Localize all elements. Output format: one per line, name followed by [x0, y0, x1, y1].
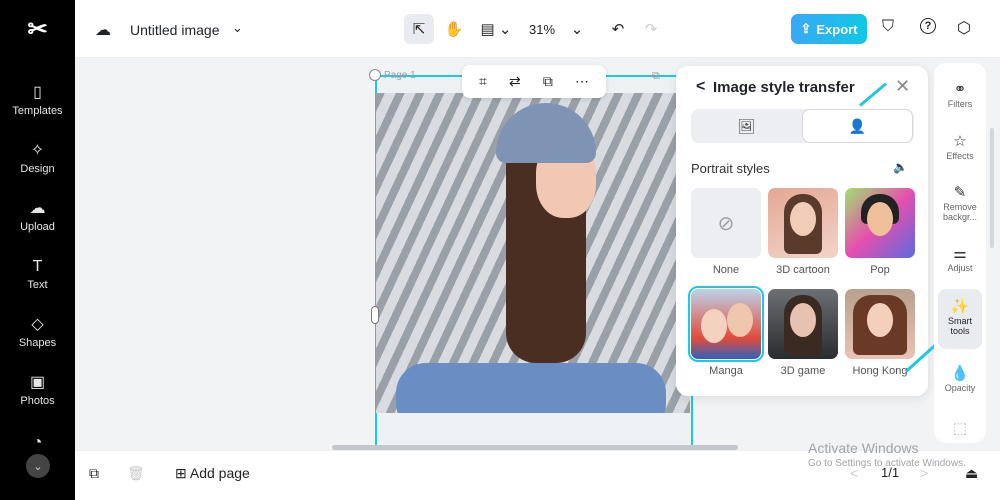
sound-icon[interactable]: 🔈: [893, 160, 908, 174]
section-title: Portrait styles: [691, 161, 770, 176]
style-manga[interactable]: Manga: [688, 286, 764, 377]
tool-smart-tools[interactable]: ✨ Smart tools: [938, 289, 982, 349]
tool-remove-background[interactable]: ✎ Remove backgr...: [938, 177, 982, 233]
style-thumbnail: [768, 289, 838, 359]
export-icon: ⇪: [800, 21, 812, 36]
sidebar-item-photos[interactable]: ▣ Photos: [0, 364, 75, 416]
zoom-dropdown-icon[interactable]: ⌄: [569, 14, 585, 44]
style-thumbnail: [845, 188, 915, 258]
help-icon[interactable]: ?: [920, 18, 936, 34]
delete-page-icon[interactable]: 🗑: [127, 465, 145, 482]
magic-wand-icon: ✨: [950, 298, 970, 315]
crop-icon[interactable]: ⌗: [479, 73, 487, 90]
close-icon[interactable]: ✕: [895, 76, 910, 97]
duplicate-page-button[interactable]: ⧉: [89, 465, 99, 482]
more-icon[interactable]: ⋯: [575, 73, 589, 90]
rotate-handle[interactable]: [369, 69, 381, 81]
shapes-icon: ◇: [31, 315, 44, 333]
adjust-icon: ⚌: [953, 245, 967, 262]
arrange-icon: ⬚: [952, 420, 968, 437]
duplicate-icon[interactable]: ⧉: [543, 73, 553, 90]
chevron-down-icon[interactable]: ⌄: [232, 20, 243, 36]
sidebar-item-text[interactable]: T Text: [0, 248, 75, 300]
style-transfer-panel: < Image style transfer ✕ 🖼 👤 Portrait st…: [676, 66, 928, 396]
tab-image-styles[interactable]: 🖼: [691, 109, 802, 143]
panel-title: Image style transfer: [713, 79, 855, 96]
photos-icon: ▣: [29, 373, 46, 391]
cloud-save-icon: ☁: [95, 22, 111, 39]
text-icon: T: [32, 257, 43, 275]
add-page-button[interactable]: ⊞ Add page: [175, 465, 250, 482]
back-icon[interactable]: <: [696, 78, 705, 96]
tool-adjust[interactable]: ⚌ Adjust: [938, 233, 982, 289]
sidebar-item-upload[interactable]: ☁ Upload: [0, 190, 75, 242]
page-label: Page 1: [384, 70, 416, 81]
sidebar-item-templates[interactable]: ▯ Templates: [0, 74, 75, 126]
zoom-level[interactable]: 31%: [527, 14, 557, 44]
templates-icon: ▯: [33, 83, 42, 101]
photo-subject: [396, 103, 666, 413]
document-title[interactable]: Untitled image: [130, 22, 220, 38]
undo-button[interactable]: ↶: [608, 14, 628, 44]
style-3d-cartoon[interactable]: 3D cartoon: [768, 188, 838, 276]
hand-tool-button[interactable]: ✋: [443, 14, 465, 44]
sticker-icon: ◔: [32, 433, 43, 451]
sidebar-item-design[interactable]: ✧ Design: [0, 132, 75, 184]
style-pop[interactable]: Pop: [845, 188, 915, 276]
page-manager-icon[interactable]: ⏏: [965, 465, 978, 482]
sidebar-more-button[interactable]: ⌄: [26, 454, 50, 478]
replace-icon[interactable]: ⇄: [509, 73, 521, 90]
settings-icon[interactable]: ⬡: [957, 18, 971, 38]
style-thumbnail: [845, 289, 915, 359]
top-toolbar: ☁ Untitled image ⌄ ⇱ ✋ ▤ ⌄ 31% ⌄ ↶ ↷ ⇪ Ex…: [75, 0, 1000, 58]
style-hong-kong[interactable]: Hong Kong: [845, 289, 915, 377]
remove-background-icon: ✎: [953, 184, 967, 201]
select-tool-button[interactable]: ⇱: [404, 14, 434, 44]
effects-icon: ☆: [953, 133, 967, 150]
opacity-icon: 💧: [950, 365, 970, 382]
filters-icon: ⚭: [953, 81, 967, 98]
resize-handle-left[interactable]: [371, 306, 379, 324]
windows-activation-watermark: Activate Windows Go to Settings to activ…: [808, 440, 966, 469]
duplicate-page-icon[interactable]: ⧉: [652, 70, 660, 83]
shield-icon[interactable]: ⛉: [882, 18, 894, 36]
upload-icon: ☁: [29, 199, 46, 217]
tool-filters[interactable]: ⚭ Filters: [938, 69, 982, 125]
tool-opacity[interactable]: 💧 Opacity: [938, 353, 982, 409]
selected-photo[interactable]: [376, 93, 690, 413]
design-icon: ✧: [30, 141, 45, 159]
redo-button[interactable]: ↷: [641, 14, 661, 44]
style-thumbnail: [768, 188, 838, 258]
tab-portrait-styles[interactable]: 👤: [802, 109, 913, 143]
capcut-logo[interactable]: ✂: [0, 0, 75, 58]
style-tab-group: 🖼 👤: [691, 109, 914, 143]
left-sidebar: ✂ ▯ Templates ✧ Design ☁ Upload T Text ◇ Shap…: [0, 0, 75, 500]
layout-button[interactable]: ▤ ⌄: [478, 14, 514, 44]
sidebar-item-shapes[interactable]: ◇ Shapes: [0, 306, 75, 358]
vertical-scrollbar[interactable]: [990, 128, 994, 248]
style-3d-game[interactable]: 3D game: [768, 289, 838, 377]
none-icon: ⊘: [691, 188, 761, 258]
tool-effects[interactable]: ☆ Effects: [938, 121, 982, 177]
add-page-icon: ⊞: [175, 465, 190, 481]
export-button[interactable]: ⇪ Export: [791, 14, 867, 44]
style-none[interactable]: ⊘ None: [691, 188, 761, 276]
right-tools-panel: ⚭ Filters ☆ Effects ✎ Remove backgr... ⚌ Adj…: [934, 63, 986, 443]
style-thumbnail: [688, 286, 764, 362]
floating-image-toolbar: ⌗ ⇄ ⧉ ⋯: [462, 65, 606, 98]
